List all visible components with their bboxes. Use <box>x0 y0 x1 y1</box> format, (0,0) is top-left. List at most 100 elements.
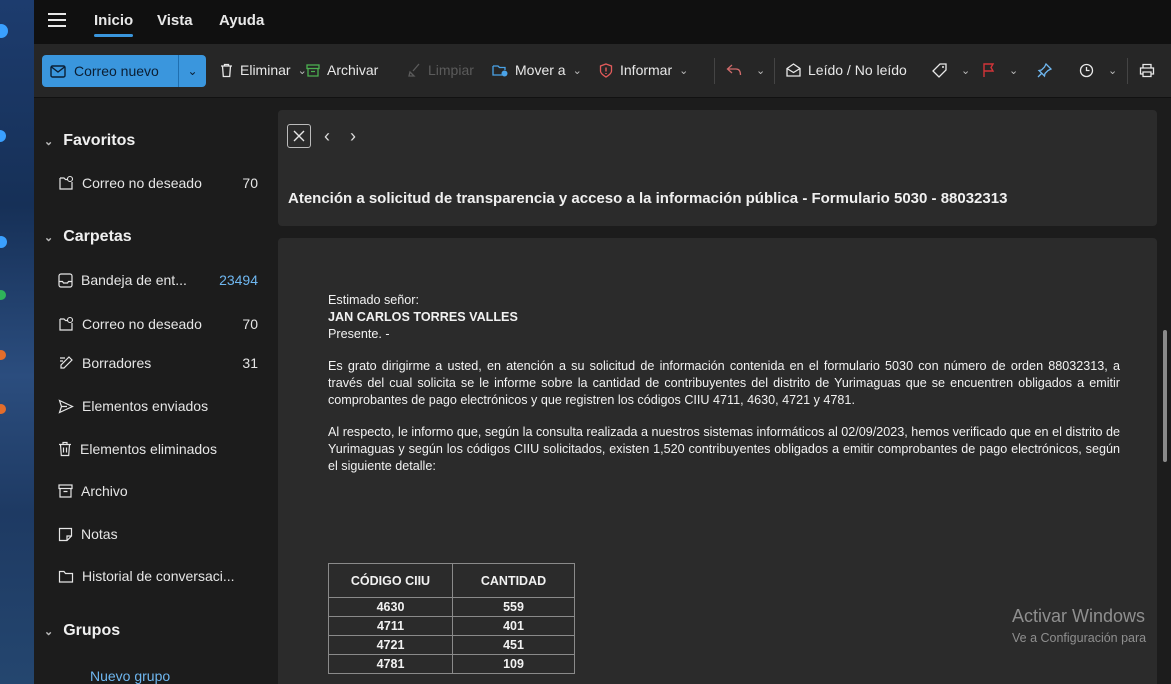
sidebar-item-deleted[interactable]: Elementos eliminados <box>58 441 258 457</box>
chevron-down-icon[interactable]: ⌄ <box>44 231 53 244</box>
desktop-icon <box>0 24 8 38</box>
drafts-icon <box>60 356 73 369</box>
unread-count: 70 <box>242 316 258 332</box>
notes-icon <box>58 527 73 541</box>
table-cell: 109 <box>452 654 575 674</box>
paragraph-result: Al respecto, le informo que, según la co… <box>328 425 1120 473</box>
sent-icon <box>58 398 74 414</box>
chevron-down-icon[interactable]: ⌄ <box>961 64 970 77</box>
sidebar-item-sent[interactable]: Elementos enviados <box>58 398 258 414</box>
folder-pane: ⌄ Favoritos Correo no deseado 70 ⌄ Carpe… <box>34 98 264 684</box>
table-cell: 451 <box>452 635 575 655</box>
chevron-down-icon[interactable]: ⌄ <box>756 64 765 77</box>
top-menu-bar: Inicio Vista Ayuda <box>34 0 1171 44</box>
sidebar-item-history[interactable]: Historial de conversaci... <box>58 568 258 584</box>
reply-icon <box>726 64 742 76</box>
move-to-label: Mover a <box>515 62 566 78</box>
hamburger-menu-icon[interactable] <box>48 13 66 27</box>
chevron-down-icon[interactable]: ⌄ <box>573 64 582 77</box>
scrollbar-thumb[interactable] <box>1163 330 1167 462</box>
delete-button[interactable]: Eliminar ⌄ <box>220 59 307 81</box>
sidebar-item-notes[interactable]: Notas <box>58 526 258 542</box>
categorize-button[interactable]: ⌄ <box>932 59 970 81</box>
sidebar-item-favorite-junk[interactable]: Correo no deseado 70 <box>58 175 258 191</box>
junk-icon <box>59 175 74 190</box>
section-title: Favoritos <box>63 132 136 149</box>
close-icon <box>293 130 305 142</box>
report-button[interactable]: Informar ⌄ <box>599 59 688 81</box>
desktop-icon <box>0 290 6 300</box>
table-header-row: CÓDIGO CIIU CANTIDAD <box>328 563 575 598</box>
archive-icon <box>306 63 320 77</box>
table-cell: 401 <box>452 616 575 636</box>
tab-inicio[interactable]: Inicio <box>94 12 134 37</box>
table-cell: 4781 <box>328 654 453 674</box>
new-mail-dropdown-chevron-icon[interactable]: ⌄ <box>178 55 206 87</box>
clean-button[interactable]: Limpiar <box>407 59 474 81</box>
archive-button[interactable]: Archivar <box>306 59 378 81</box>
archive-icon <box>58 484 73 498</box>
print-button[interactable] <box>1139 59 1162 81</box>
previous-message-icon[interactable]: ‹ <box>324 126 330 147</box>
folder-move-icon <box>492 65 508 77</box>
reply-button[interactable]: ⌄ <box>726 59 765 81</box>
table-cell: 4721 <box>328 635 453 655</box>
chevron-down-icon[interactable]: ⌄ <box>679 64 688 77</box>
toolbar-divider <box>774 58 775 84</box>
table-row: 4781 109 <box>328 654 575 674</box>
section-grupos[interactable]: ⌄ Grupos <box>44 622 120 640</box>
flag-button[interactable]: ⌄ <box>982 59 1018 81</box>
new-group-link[interactable]: Nuevo grupo <box>90 668 170 684</box>
next-message-icon[interactable]: › <box>350 126 356 147</box>
desktop-icon <box>0 236 7 248</box>
sidebar-item-label: Historial de conversaci... <box>82 568 235 584</box>
sidebar-item-inbox[interactable]: Bandeja de ent... 23494 <box>58 272 258 288</box>
pin-icon <box>1037 62 1052 77</box>
message-text: Estimado señor: JAN CARLOS TORRES VALLES… <box>328 292 1120 475</box>
envelope-icon <box>50 64 66 78</box>
new-mail-label: Correo nuevo <box>74 63 159 79</box>
ciiu-table: CÓDIGO CIIU CANTIDAD 4630 559 4711 401 4… <box>328 563 575 674</box>
watermark-subtitle: Ve a Configuración para <box>1012 631 1147 645</box>
desktop-icon <box>0 350 6 360</box>
trash-icon <box>59 441 71 457</box>
desktop-icon <box>0 404 6 414</box>
inbox-icon <box>58 272 73 288</box>
section-title: Grupos <box>63 622 121 639</box>
sidebar-item-drafts[interactable]: Borradores 31 <box>58 355 258 371</box>
archive-label: Archivar <box>327 62 379 78</box>
chevron-down-icon[interactable]: ⌄ <box>1108 64 1117 77</box>
printer-icon <box>1139 63 1155 77</box>
sidebar-item-junk[interactable]: Correo no deseado 70 <box>58 316 258 332</box>
shield-report-icon <box>599 62 613 78</box>
tab-vista[interactable]: Vista <box>157 12 193 29</box>
section-favoritos[interactable]: ⌄ Favoritos <box>44 132 135 150</box>
sidebar-item-label: Bandeja de ent... <box>81 272 187 288</box>
chevron-down-icon[interactable]: ⌄ <box>1009 64 1018 77</box>
history-icon <box>58 570 74 583</box>
toolbar-divider <box>1127 58 1128 84</box>
open-envelope-icon <box>786 63 801 77</box>
pin-button[interactable] <box>1037 59 1059 81</box>
watermark-title: Activar Windows <box>1012 606 1146 626</box>
toolbar-divider <box>714 58 715 84</box>
unread-count: 23494 <box>219 272 258 288</box>
read-unread-button[interactable]: Leído / No leído <box>786 59 907 81</box>
new-mail-button[interactable]: Correo nuevo ⌄ <box>42 55 206 87</box>
table-row: 4630 559 <box>328 597 575 617</box>
sidebar-item-label: Correo no deseado <box>82 175 202 191</box>
chevron-down-icon[interactable]: ⌄ <box>44 135 53 148</box>
presente-line: Presente. - <box>328 327 390 341</box>
chevron-down-icon[interactable]: ⌄ <box>44 625 53 638</box>
windows-activation-watermark: Activar Windows Ve a Configuración para <box>1012 606 1146 645</box>
column-header: CANTIDAD <box>452 563 575 598</box>
sidebar-item-label: Borradores <box>82 355 152 371</box>
move-to-button[interactable]: Mover a ⌄ <box>492 59 582 81</box>
close-button[interactable] <box>287 124 311 148</box>
junk-icon <box>59 316 74 331</box>
trash-icon <box>221 63 232 77</box>
tab-ayuda[interactable]: Ayuda <box>219 12 264 29</box>
snooze-button[interactable]: ⌄ <box>1079 59 1117 81</box>
section-carpetas[interactable]: ⌄ Carpetas <box>44 228 132 246</box>
sidebar-item-archive[interactable]: Archivo <box>58 483 258 499</box>
